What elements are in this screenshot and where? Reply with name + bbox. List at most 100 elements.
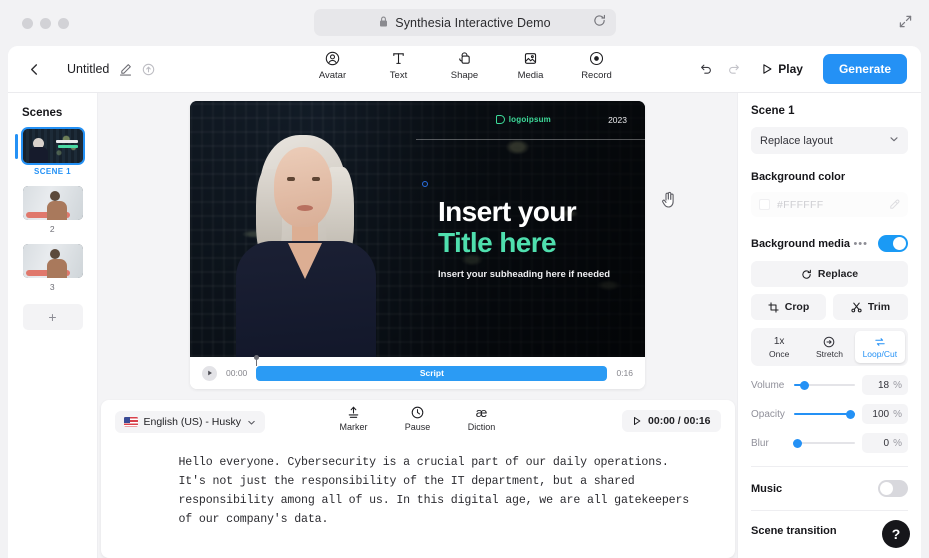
stretch-icon [823,335,835,348]
tool-shape[interactable]: Shape [443,50,487,81]
blur-value-field[interactable]: 0 % [862,433,908,453]
replace-media-button-label: Replace [817,268,859,280]
canvas-title-block[interactable]: Insert your Title here [438,196,634,259]
scene-canvas[interactable]: logoipsum 2023 Insert your Title here In… [190,101,645,389]
tool-media[interactable]: Media [509,50,553,81]
timeline-play-button[interactable] [202,365,217,381]
minimize-window-button[interactable] [40,17,51,29]
scene-settings-panel: Scene 1 Replace layout Background color … [737,93,921,558]
background-color-value: #FFFFFF [777,198,824,211]
redo-icon[interactable] [727,62,741,76]
scenes-panel-title: Scenes [22,107,63,119]
address-bar[interactable]: Synthesia Interactive Demo [314,9,616,36]
blur-slider[interactable] [793,438,855,448]
fit-mode-once[interactable]: 1x Once [754,331,804,363]
script-playback-time[interactable]: 00:00 / 00:16 [622,410,721,432]
tool-record[interactable]: Record [575,50,619,81]
add-scene-button[interactable]: + [22,304,83,330]
background-media-toggle[interactable] [878,235,908,252]
scenes-panel: Scenes SCENE 1 2 3 + [8,93,98,558]
script-tool-pause[interactable]: Pause [397,405,439,432]
fit-mode-loop-cut-label: Loop/Cut [862,349,898,359]
scene-item-3[interactable]: 3 [22,244,83,300]
undo-icon[interactable] [699,62,713,76]
scene-item-1[interactable]: SCENE 1 [14,127,85,184]
blur-value: 0 [883,437,890,449]
canvas-title-line1: Insert your [438,196,577,227]
crop-button[interactable]: Crop [751,294,826,320]
volume-unit: % [893,379,902,391]
trim-button-label: Trim [867,301,891,313]
tool-text[interactable]: Text [377,50,421,81]
tool-avatar[interactable]: Avatar [311,50,355,81]
document-title[interactable]: Untitled [67,62,109,76]
upload-cloud-icon[interactable] [142,63,155,76]
trim-button[interactable]: Trim [833,294,908,320]
tool-text-label: Text [389,70,408,81]
generate-button[interactable]: Generate [822,54,907,84]
script-tool-marker[interactable]: Marker [333,405,375,432]
background-media-label: Background media [751,237,851,250]
logo-mark-icon [495,115,505,124]
canvas-year-text[interactable]: 2023 [608,115,627,125]
close-window-button[interactable] [22,17,33,29]
volume-slider-label: Volume [751,379,785,391]
fit-mode-stretch[interactable]: Stretch [804,331,854,363]
window-traffic-lights [22,17,69,29]
scene-thumbnail-1[interactable] [20,127,85,165]
lock-icon [379,16,388,30]
opacity-slider[interactable] [794,409,855,419]
marker-icon [347,405,360,420]
reload-icon[interactable] [593,14,606,32]
help-button[interactable]: ? [882,520,910,548]
background-media-row: Background media ••• [751,235,908,252]
address-bar-title: Synthesia Interactive Demo [395,15,551,30]
chevron-down-icon [889,134,899,147]
expand-icon[interactable] [899,15,912,33]
app-header: Untitled Avatar Text Shape Media Record … [8,46,921,93]
background-color-field[interactable]: #FFFFFF [751,192,908,217]
chevron-left-icon[interactable] [24,59,45,80]
replace-layout-select-label: Replace layout [760,134,833,147]
brand-logo[interactable]: logoipsum [495,115,551,124]
video-preview[interactable]: logoipsum 2023 Insert your Title here In… [190,101,645,357]
play-button-label: Play [778,62,803,76]
fit-mode-loop-cut[interactable]: Loop/Cut [854,331,905,363]
timeline-script-track[interactable]: Script [254,354,608,381]
avatar-figure[interactable] [236,131,376,357]
scene-thumb-art [22,244,83,278]
opacity-value-field[interactable]: 100 % [862,404,908,424]
play-icon [634,417,641,425]
volume-value-field[interactable]: 18 % [862,375,908,395]
scene-thumbnail-2[interactable] [22,186,83,220]
scene-item-2[interactable]: 2 [22,186,83,242]
blur-slider-label: Blur [751,437,769,449]
scene-item-3-label: 3 [49,282,56,292]
timeline-playhead[interactable] [254,354,260,366]
hand-cursor-icon [661,191,677,214]
timeline-end-time: 0:16 [616,368,633,378]
eyedropper-icon[interactable] [889,199,900,210]
music-toggle[interactable] [878,480,908,497]
play-button[interactable]: Play [755,58,809,80]
timeline-track-label: Script [419,368,444,378]
header-left-group: Untitled [24,59,155,80]
canvas-subheading[interactable]: Insert your subheading here if needed [438,269,643,280]
maximize-window-button[interactable] [58,17,69,29]
pencil-icon[interactable] [119,63,132,76]
language-selector[interactable]: English (US) - Husky [114,411,265,433]
replace-media-button[interactable]: Replace [751,261,908,287]
color-swatch[interactable] [759,199,770,210]
scene-item-1-label: SCENE 1 [33,167,72,176]
volume-slider[interactable] [794,380,855,390]
background-media-menu-icon[interactable]: ••• [853,238,868,250]
canvas-divider-rule [416,139,645,140]
record-icon [589,50,604,67]
selection-handle[interactable] [422,181,428,187]
scene-thumbnail-3[interactable] [22,244,83,278]
fit-mode-once-label: Once [769,349,790,359]
replace-layout-select[interactable]: Replace layout [751,127,908,154]
chevron-down-icon [247,418,256,427]
script-text-area[interactable]: Hello everyone. Cybersecurity is a cruci… [101,444,735,530]
script-tool-diction[interactable]: æ Diction [461,405,503,432]
